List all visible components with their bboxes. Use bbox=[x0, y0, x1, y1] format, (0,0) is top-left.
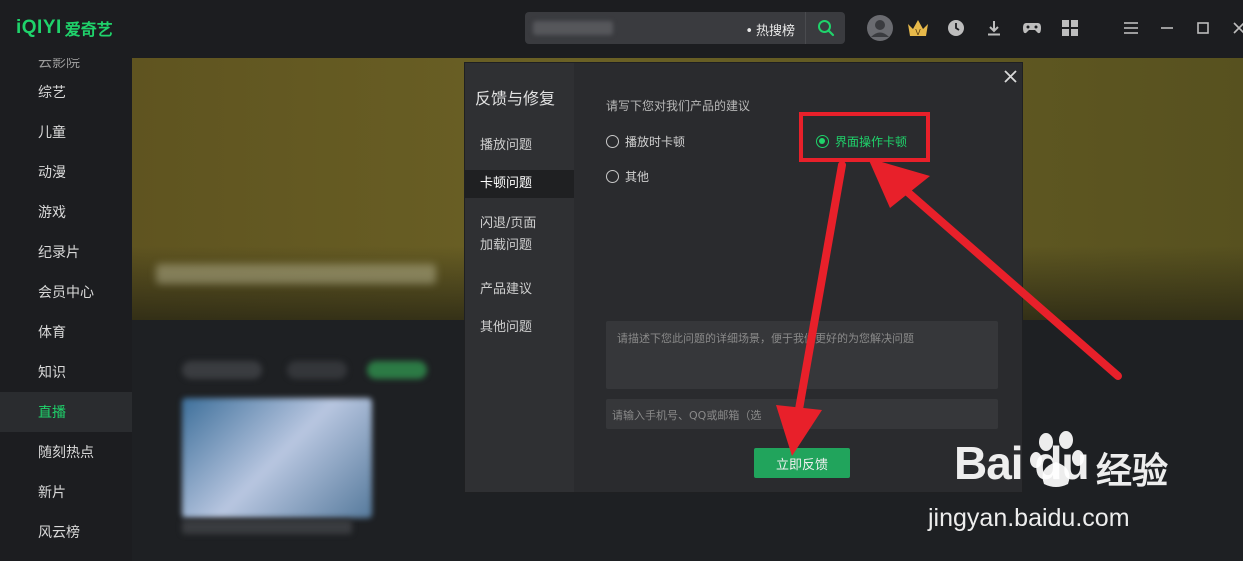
search-input[interactable] bbox=[533, 21, 613, 35]
category-pill bbox=[367, 361, 427, 379]
minimize-button[interactable] bbox=[1154, 14, 1180, 42]
radio-icon bbox=[606, 135, 619, 148]
nav-product-suggestion[interactable]: 产品建议 bbox=[465, 279, 574, 301]
sidebar-item-variety[interactable]: 综艺 bbox=[0, 72, 132, 112]
category-pill bbox=[182, 361, 262, 379]
gamepad-icon bbox=[1023, 23, 1041, 34]
sidebar-item-rankings[interactable]: 风云榜 bbox=[0, 512, 132, 552]
app-logo[interactable]: iQIYI 爱奇艺 bbox=[16, 16, 113, 40]
annotation-highlight-box bbox=[799, 112, 930, 162]
sidebar-item-sports[interactable]: 体育 bbox=[0, 312, 132, 352]
grid-icon bbox=[1062, 20, 1078, 36]
app-window: iQIYI 爱奇艺 热搜榜 bbox=[0, 0, 1243, 561]
game-button[interactable] bbox=[1018, 14, 1046, 42]
sidebar-item-vip-center[interactable]: 会员中心 bbox=[0, 272, 132, 312]
submit-feedback-button[interactable]: 立即反馈 bbox=[754, 448, 850, 478]
banner-caption bbox=[156, 264, 436, 284]
window-close-button[interactable] bbox=[1226, 14, 1243, 42]
download-button[interactable] bbox=[980, 14, 1008, 42]
user-avatar-icon bbox=[867, 15, 893, 41]
avatar[interactable] bbox=[866, 14, 894, 42]
baidu-jingyan-watermark: Bai du 经验 jingyan.baidu.com bbox=[928, 426, 1228, 536]
search-box[interactable]: 热搜榜 bbox=[525, 12, 845, 44]
sidebar-item-live[interactable]: 直播 bbox=[0, 392, 132, 432]
video-thumbnail bbox=[182, 398, 372, 518]
sidebar-item-new-releases[interactable]: 新片 bbox=[0, 472, 132, 512]
sidebar-item-games[interactable]: 游戏 bbox=[0, 192, 132, 232]
sidebar-item-knowledge[interactable]: 知识 bbox=[0, 352, 132, 392]
nav-other-issue[interactable]: 其他问题 bbox=[465, 317, 574, 339]
radio-icon bbox=[606, 170, 619, 183]
close-icon bbox=[1233, 22, 1243, 34]
watermark-url: jingyan.baidu.com bbox=[928, 504, 1130, 532]
sidebar-item-anime[interactable]: 动漫 bbox=[0, 152, 132, 192]
sidebar-item-trending[interactable]: 随刻热点 bbox=[0, 432, 132, 472]
close-icon bbox=[1003, 69, 1017, 83]
hot-search-label[interactable]: 热搜榜 bbox=[745, 20, 795, 39]
svg-text:V: V bbox=[915, 28, 921, 37]
dialog-close-button[interactable] bbox=[1001, 67, 1019, 85]
search-icon bbox=[817, 20, 834, 37]
nav-playback-issue[interactable]: 播放问题 bbox=[465, 135, 574, 157]
watermark-brand: Bai du bbox=[954, 437, 1090, 489]
sidebar-item-cloud-cinema[interactable]: 云影院 bbox=[0, 58, 132, 72]
menu-button[interactable] bbox=[1118, 14, 1144, 42]
sidebar-item-documentary[interactable]: 纪录片 bbox=[0, 232, 132, 272]
history-button[interactable] bbox=[942, 14, 970, 42]
category-pill bbox=[287, 361, 347, 379]
maximize-button[interactable] bbox=[1190, 14, 1216, 42]
hamburger-icon bbox=[1124, 22, 1138, 34]
search-button[interactable] bbox=[805, 12, 845, 44]
watermark-brand-cn: 经验 bbox=[1096, 451, 1169, 492]
description-textarea[interactable]: 请描述下您此问题的详细场景，便于我们更好的为您解决问题 bbox=[606, 321, 998, 389]
dialog-nav: 反馈与修复 播放问题 卡顿问题 闪退/页面 加载问题 产品建议 其他问题 bbox=[465, 63, 574, 492]
dialog-title: 反馈与修复 bbox=[475, 89, 556, 108]
sidebar: 云影院 综艺 儿童 动漫 游戏 纪录片 会员中心 体育 知识 直播 随刻热点 新… bbox=[0, 58, 132, 561]
window-controls bbox=[1118, 14, 1243, 42]
video-caption bbox=[182, 520, 352, 534]
clock-icon bbox=[948, 20, 964, 36]
vip-crown-button[interactable]: V bbox=[904, 14, 932, 42]
minimize-icon bbox=[1161, 27, 1173, 29]
top-icons: V bbox=[866, 14, 1094, 42]
option-other[interactable]: 其他 bbox=[606, 168, 649, 185]
download-icon bbox=[988, 21, 1000, 36]
contact-input[interactable]: 请输入手机号、QQ或邮箱（选 bbox=[606, 399, 998, 429]
feedback-prompt: 请写下您对我们产品的建议 bbox=[606, 99, 751, 113]
option-playback-lag[interactable]: 播放时卡顿 bbox=[606, 133, 685, 150]
sidebar-item-kids[interactable]: 儿童 bbox=[0, 112, 132, 152]
maximize-icon bbox=[1197, 22, 1209, 34]
apps-button[interactable] bbox=[1056, 14, 1084, 42]
crown-icon: V bbox=[908, 20, 928, 37]
top-bar: iQIYI 爱奇艺 热搜榜 bbox=[0, 0, 1243, 58]
nav-lag-issue[interactable]: 卡顿问题 bbox=[465, 170, 574, 198]
nav-crash-loading-issue[interactable]: 闪退/页面 加载问题 bbox=[465, 213, 574, 257]
